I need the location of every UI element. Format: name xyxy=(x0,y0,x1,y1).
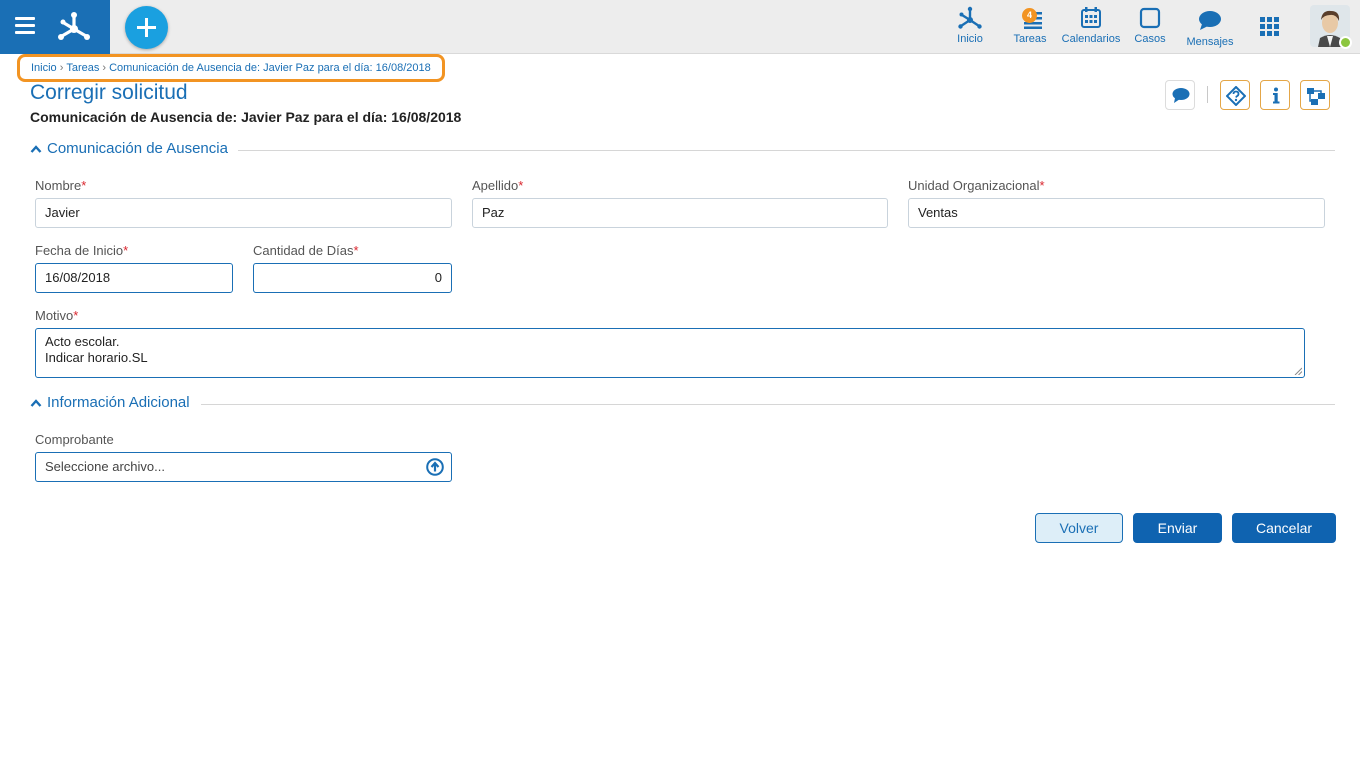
grid-icon[interactable] xyxy=(1260,17,1280,37)
cancelar-button[interactable]: Cancelar xyxy=(1232,513,1336,543)
toolbar-divider xyxy=(1207,86,1208,103)
motivo-label-text: Motivo xyxy=(35,308,74,323)
network-icon xyxy=(958,6,982,29)
help-button[interactable] xyxy=(1220,80,1250,110)
nav-tareas[interactable]: 4 Tareas xyxy=(1012,6,1048,48)
brand-area xyxy=(0,0,110,54)
nombre-label-text: Nombre xyxy=(35,178,82,193)
section-comunicacion-title: Comunicación de Ausencia xyxy=(47,140,228,157)
square-icon xyxy=(1139,7,1161,29)
dias-label: Cantidad de Días* xyxy=(253,243,359,258)
breadcrumb-separator: › xyxy=(102,62,107,74)
help-icon xyxy=(1226,86,1246,106)
section-informacion-title: Información Adicional xyxy=(47,394,190,411)
unidad-field[interactable]: Ventas xyxy=(908,198,1325,228)
info-button[interactable] xyxy=(1260,80,1290,110)
comment-icon xyxy=(1172,88,1190,103)
nombre-label: Nombre* xyxy=(35,178,86,193)
page-subtitle: Comunicación de Ausencia de: Javier Paz … xyxy=(30,109,462,125)
breadcrumb-current[interactable]: Comunicación de Ausencia de: Javier Paz … xyxy=(109,62,431,74)
upload-icon[interactable] xyxy=(426,458,444,476)
breadcrumb-tareas[interactable]: Tareas xyxy=(66,62,99,74)
enviar-button[interactable]: Enviar xyxy=(1133,513,1222,543)
info-icon xyxy=(1273,87,1280,104)
nombre-field[interactable]: Javier xyxy=(35,198,452,228)
cantidad-dias-field[interactable]: 0 xyxy=(253,263,452,293)
chat-bubble-icon xyxy=(1199,11,1221,30)
breadcrumb-separator: › xyxy=(59,62,64,74)
chevron-up-icon xyxy=(30,145,42,153)
apellido-label-text: Apellido xyxy=(472,178,519,193)
motivo-label: Motivo* xyxy=(35,308,78,323)
required-mark: * xyxy=(518,178,524,193)
breadcrumb: Inicio › Tareas › Comunicación de Ausencia d… xyxy=(17,54,445,82)
required-mark: * xyxy=(123,243,129,258)
online-status-indicator xyxy=(1339,36,1352,49)
nav-inicio-label: Inicio xyxy=(957,33,983,45)
workflow-button[interactable] xyxy=(1300,80,1330,110)
required-mark: * xyxy=(353,243,359,258)
workflow-icon xyxy=(1307,88,1325,105)
nav-mensajes-label: Mensajes xyxy=(1186,36,1234,48)
hamburger-menu-icon[interactable] xyxy=(15,17,35,35)
volver-button[interactable]: Volver xyxy=(1035,513,1123,543)
required-mark: * xyxy=(81,178,87,193)
motivo-textarea[interactable]: Acto escolar. Indicar horario.SL xyxy=(35,328,1305,378)
nav-inicio[interactable]: Inicio xyxy=(955,6,985,48)
chevron-up-icon xyxy=(30,399,42,407)
section-informacion-toggle[interactable]: Información Adicional xyxy=(30,394,210,414)
fecha-label: Fecha de Inicio* xyxy=(35,243,128,258)
nav-tareas-label: Tareas xyxy=(1013,33,1047,45)
dias-label-text: Cantidad de Días xyxy=(253,243,354,258)
nav-mensajes[interactable]: Mensajes xyxy=(1186,9,1234,51)
fecha-inicio-field[interactable]: 16/08/2018 xyxy=(35,263,233,293)
nav-calendarios[interactable]: Calendarios xyxy=(1061,6,1121,48)
apellido-label: Apellido* xyxy=(472,178,523,193)
file-placeholder: Seleccione archivo... xyxy=(45,459,165,474)
fecha-label-text: Fecha de Inicio xyxy=(35,243,124,258)
app-logo[interactable] xyxy=(56,9,92,45)
tasks-count-badge: 4 xyxy=(1022,8,1037,23)
resize-handle-icon[interactable] xyxy=(1294,367,1302,375)
unidad-label: Unidad Organizacional* xyxy=(908,178,1045,193)
required-mark: * xyxy=(1039,178,1045,193)
nav-casos-label: Casos xyxy=(1134,33,1166,45)
comprobante-label: Comprobante xyxy=(35,432,114,447)
motivo-line: Indicar horario.SL xyxy=(45,350,148,365)
calendar-icon xyxy=(1081,7,1101,28)
motivo-line: Acto escolar. xyxy=(45,334,120,349)
comprobante-file-input[interactable]: Seleccione archivo... xyxy=(35,452,452,482)
nav-calendarios-label: Calendarios xyxy=(1061,33,1121,45)
required-mark: * xyxy=(73,308,79,323)
nav-casos[interactable]: Casos xyxy=(1134,6,1166,48)
page-title: Corregir solicitud xyxy=(30,81,188,104)
section-divider xyxy=(201,404,1335,405)
apellido-field[interactable]: Paz xyxy=(472,198,888,228)
unidad-label-text: Unidad Organizacional xyxy=(908,178,1040,193)
add-button[interactable] xyxy=(125,6,168,49)
breadcrumb-inicio[interactable]: Inicio xyxy=(31,62,57,74)
section-divider xyxy=(238,150,1335,151)
comments-button[interactable] xyxy=(1165,80,1195,110)
section-comunicacion-toggle[interactable]: Comunicación de Ausencia xyxy=(30,140,235,160)
top-bar: Inicio 4 Tareas Calendarios Casos Mensaj… xyxy=(0,0,1360,54)
